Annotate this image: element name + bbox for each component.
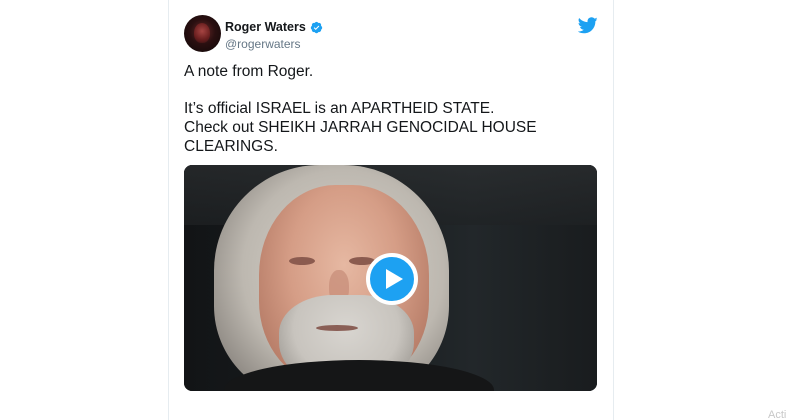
tweet-text-line-2: It’s official ISRAEL is an APARTHEID STA… — [184, 100, 495, 117]
page: Roger Waters @rogerwaters A note from Ro… — [0, 0, 800, 420]
author-name-row[interactable]: Roger Waters — [225, 20, 323, 34]
video-mouth — [316, 325, 358, 331]
tweet-text-line-3: Check out SHEIKH JARRAH GENOCIDAL HOUSE — [184, 119, 537, 136]
tweet-text-line-4: CLEARINGS. — [184, 138, 278, 155]
author-handle[interactable]: @rogerwaters — [225, 37, 301, 51]
avatar-image — [194, 23, 210, 43]
play-button[interactable] — [366, 253, 418, 305]
activation-watermark: Acti — [768, 409, 787, 420]
tweet-text-line-1: A note from Roger. — [184, 63, 314, 80]
video-eye-left — [289, 257, 315, 265]
twitter-bird-icon[interactable] — [578, 17, 598, 34]
play-icon — [385, 269, 403, 289]
author-name[interactable]: Roger Waters — [225, 20, 306, 34]
verified-icon — [310, 21, 322, 33]
avatar[interactable] — [184, 15, 221, 52]
